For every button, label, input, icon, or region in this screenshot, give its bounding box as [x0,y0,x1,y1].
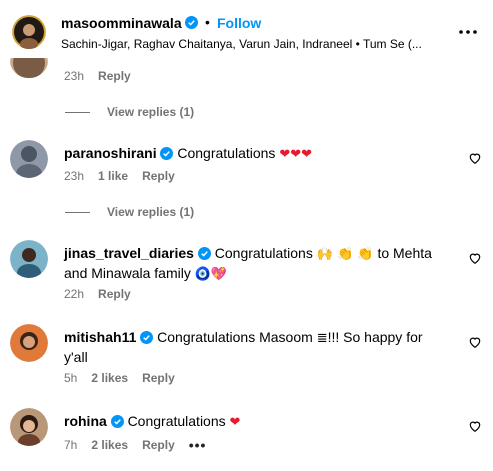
verified-badge-icon [110,415,124,428]
avatar[interactable] [10,324,48,362]
post-header: masoomminawala • Follow Sachin-Jigar, Ra… [0,0,493,56]
likes-count[interactable]: 2 likes [91,371,128,385]
view-replies-label: View replies (1) [107,205,195,219]
reply-button[interactable]: Reply [142,169,175,183]
comment-text: rohina Congratulations ❤ [64,412,444,432]
verified-badge-icon [160,147,174,160]
comment-meta: 5h 2 likes Reply [64,371,175,385]
reply-button[interactable]: Reply [98,287,131,301]
avatar[interactable] [10,408,48,446]
comments-panel: 23h Reply View replies (1) paranoshirani… [0,0,493,471]
avatar[interactable] [10,240,48,278]
like-heart-icon[interactable] [468,419,482,433]
verified-badge-icon [197,247,211,260]
comment-username[interactable]: jinas_travel_diaries [64,245,194,261]
comment-meta: 7h 2 likes Reply ••• [64,437,206,453]
comment-meta: 22h Reply [64,287,131,301]
comment-username[interactable]: mitishah11 [64,329,136,345]
separator-dot: • [205,14,210,30]
header-username[interactable]: masoomminawala [61,15,182,31]
view-replies-label: View replies (1) [107,105,195,119]
verified-badge-icon [185,16,198,29]
comment-time: 22h [64,287,85,301]
comment-text: mitishah11 Congratulations Masoom ≣!!! S… [64,328,444,366]
like-heart-icon[interactable] [468,151,482,165]
profile-avatar[interactable] [12,15,46,49]
more-options-icon[interactable] [458,22,478,42]
emoji: ≣ [316,331,328,346]
likes-count[interactable]: 1 like [98,169,128,183]
reply-button[interactable]: Reply [98,69,131,83]
comment-meta: 23h 1 like Reply [64,169,175,183]
comment-body: Congratulations Masoom [157,329,313,345]
emoji: 🙌 👏 👏 [316,247,374,262]
view-replies-button[interactable]: View replies (1) [65,205,194,219]
emoji: 🧿💖 [194,267,228,282]
comment-body: Congratulations [177,145,276,161]
comment-meta: 23h Reply [64,69,131,83]
reply-button[interactable]: Reply [142,438,175,452]
comment-username[interactable]: rohina [64,413,107,429]
divider-line [65,211,90,213]
audio-credit[interactable]: Sachin-Jigar, Raghav Chaitanya, Varun Ja… [61,37,451,51]
view-replies-button[interactable]: View replies (1) [65,105,194,119]
like-heart-icon[interactable] [468,251,482,265]
follow-button[interactable]: Follow [217,15,261,31]
emoji: ❤ [229,415,241,430]
reply-button[interactable]: Reply [142,371,175,385]
comment-time: 23h [64,169,85,183]
comment-text: paranoshirani Congratulations ❤❤❤ [64,144,444,164]
avatar[interactable] [10,140,48,178]
emoji: ❤❤❤ [279,147,313,162]
likes-count[interactable]: 2 likes [91,438,128,452]
divider-line [65,111,90,113]
comment-username[interactable]: paranoshirani [64,145,157,161]
more-options-icon[interactable]: ••• [189,437,207,453]
like-heart-icon[interactable] [468,335,482,349]
comment-time: 23h [64,69,85,83]
comment-text: jinas_travel_diaries Congratulations 🙌 👏… [64,244,444,284]
comment-time: 7h [64,438,78,452]
comment-body: Congratulations [127,413,226,429]
comment-time: 5h [64,371,78,385]
comment-body: Congratulations [214,245,313,261]
verified-badge-icon [140,331,154,344]
